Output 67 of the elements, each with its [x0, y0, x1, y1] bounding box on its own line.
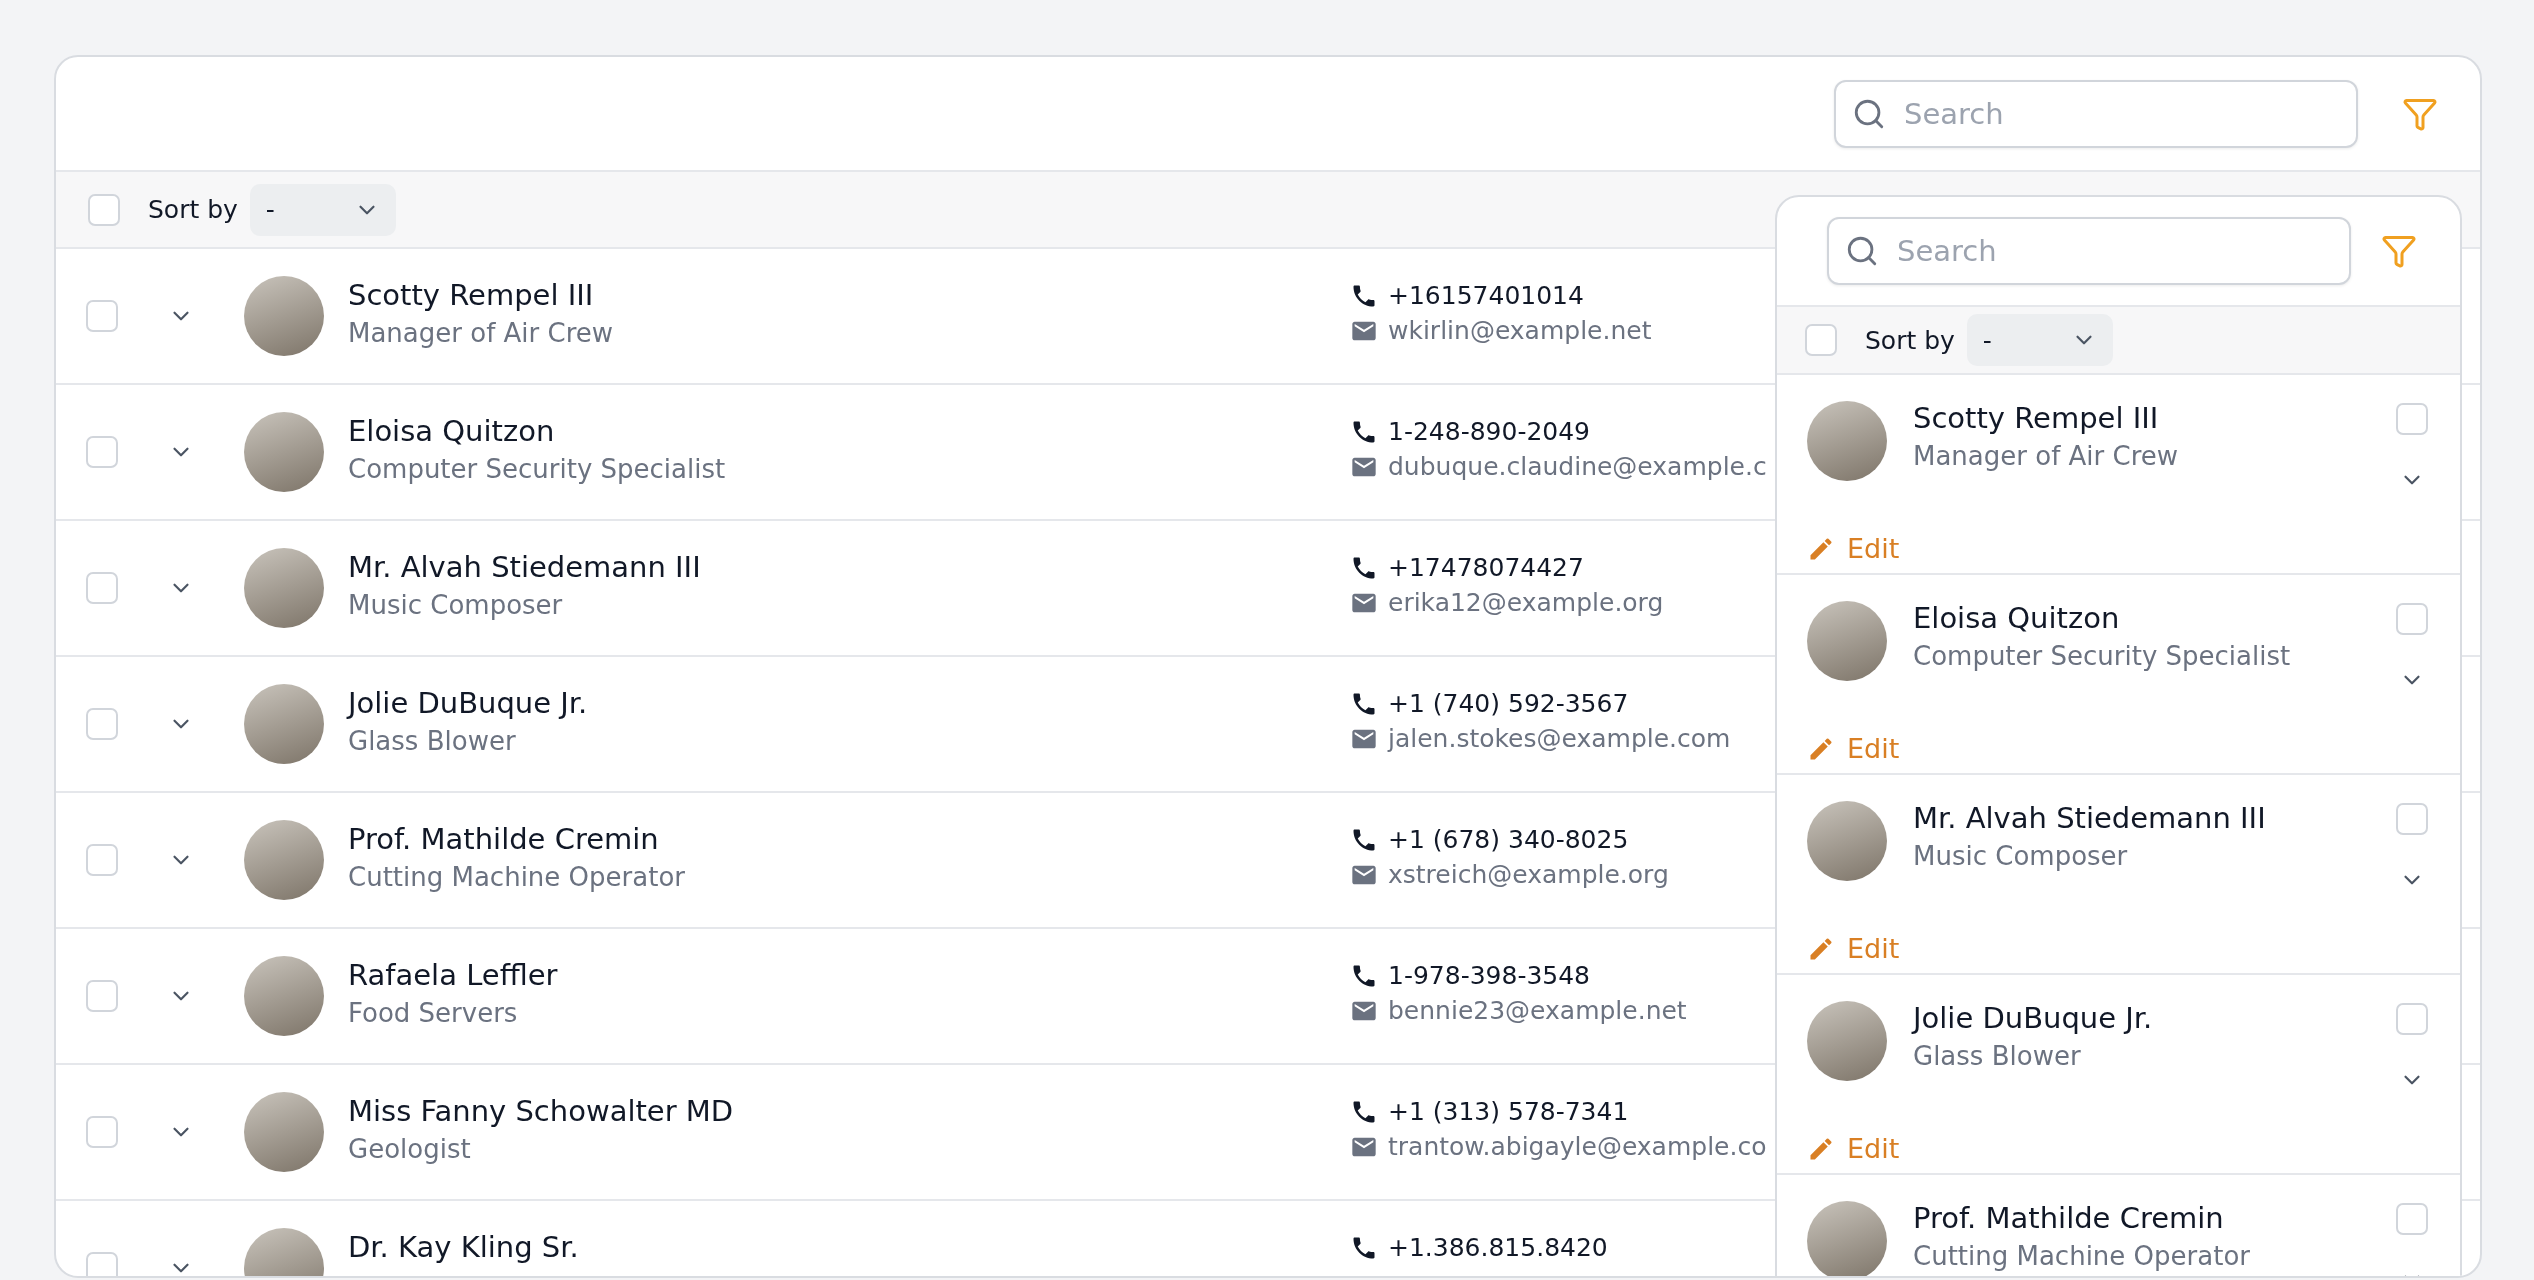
phone-number: +1 (313) 578-7341: [1388, 1097, 1629, 1126]
edit-link[interactable]: Edit: [1807, 924, 1900, 973]
job-title: Food Servers: [348, 998, 519, 1028]
phone-number: 1-978-398-3548: [1388, 961, 1591, 990]
checkbox[interactable]: [86, 572, 118, 604]
contact-name: Eloisa Quitzon: [1913, 601, 2121, 635]
job-title: Computer Security Specialist: [348, 454, 726, 484]
checkbox[interactable]: [88, 193, 120, 226]
sort-select[interactable]: -: [1966, 314, 2113, 366]
contact-name: Mr. Alvah Stiedemann III: [348, 550, 701, 584]
contact-name: Rafaela Leffler: [348, 958, 558, 992]
job-title: Manager of Air Crew: [348, 318, 614, 348]
email-address: trantow.abigayle@example.co: [1388, 1132, 1767, 1161]
contact-name: Scotty Rempel III: [348, 278, 595, 312]
checkbox[interactable]: [86, 708, 118, 740]
email-address: dubuque.claudine@example.c: [1388, 452, 1767, 481]
checkbox[interactable]: [86, 844, 118, 876]
job-title: Music Composer: [1913, 841, 2129, 871]
checkbox[interactable]: [2396, 803, 2428, 835]
checkbox[interactable]: [2396, 403, 2428, 435]
job-title: Manager of Air Crew: [1913, 441, 2180, 471]
edit-link[interactable]: Edit: [1807, 524, 1900, 573]
checkbox[interactable]: [86, 436, 118, 468]
contact-name: Jolie DuBuque Jr.: [1913, 1001, 2154, 1035]
job-title: Glass Blower: [348, 726, 517, 756]
search-icon: [1845, 234, 1879, 268]
job-title: Geologist: [348, 1134, 472, 1164]
checkbox[interactable]: [1805, 324, 1837, 356]
contact-name: Prof. Mathilde Cremin: [348, 822, 660, 856]
sort-select[interactable]: -: [249, 183, 396, 236]
checkbox[interactable]: [86, 300, 118, 332]
phone-number: +1 (740) 592-3567: [1388, 689, 1629, 718]
sort-label: Sort by: [148, 195, 238, 224]
contact-name: Mr. Alvah Stiedemann III: [1913, 801, 2267, 835]
filter-icon[interactable]: [2381, 233, 2417, 269]
job-title: Cutting Machine Operator: [1913, 1241, 2251, 1271]
checkbox[interactable]: [2396, 603, 2428, 635]
search-field[interactable]: Search: [1834, 79, 2358, 148]
checkbox[interactable]: [2396, 1203, 2428, 1235]
contact-name: Scotty Rempel III: [1913, 401, 2160, 435]
checkbox[interactable]: [86, 1252, 118, 1276]
contact-name: Prof. Mathilde Cremin: [1913, 1201, 2225, 1235]
phone-number: +1 (678) 340-8025: [1388, 825, 1629, 854]
job-title: Glass Blower: [1913, 1041, 2082, 1071]
job-title: Cutting Machine Operator: [348, 862, 685, 892]
search-field[interactable]: Search: [1827, 217, 2351, 285]
email-address: xstreich@example.org: [1388, 860, 1669, 889]
email-address: jalen.stokes@example.com: [1388, 724, 1731, 753]
contact-name: Miss Fanny Schowalter MD: [348, 1094, 734, 1128]
job-title: Music Composer: [348, 590, 564, 620]
contact-name: Dr. Kay Kling Sr.: [348, 1230, 579, 1264]
job-title: Computer Security Specialist: [1913, 641, 2292, 671]
sort-label: Sort by: [1865, 325, 1955, 355]
email-address: bennie23@example.net: [1388, 996, 1687, 1025]
checkbox[interactable]: [86, 1116, 118, 1148]
contact-name: Eloisa Quitzon: [348, 414, 556, 448]
checkbox[interactable]: [2396, 1003, 2428, 1035]
contact-name: Jolie DuBuque Jr.: [348, 686, 588, 720]
checkbox[interactable]: [86, 980, 118, 1012]
edit-link[interactable]: Edit: [1807, 724, 1900, 773]
email-address: erika12@example.org: [1388, 588, 1664, 617]
phone-number: 1-248-890-2049: [1388, 417, 1591, 446]
phone-number: +16157401014: [1388, 281, 1584, 310]
email-address: wkirlin@example.net: [1388, 316, 1652, 345]
edit-link[interactable]: Edit: [1807, 1124, 1900, 1173]
phone-number: +1.386.815.8420: [1388, 1233, 1608, 1262]
phone-number: +17478074427: [1388, 553, 1584, 582]
